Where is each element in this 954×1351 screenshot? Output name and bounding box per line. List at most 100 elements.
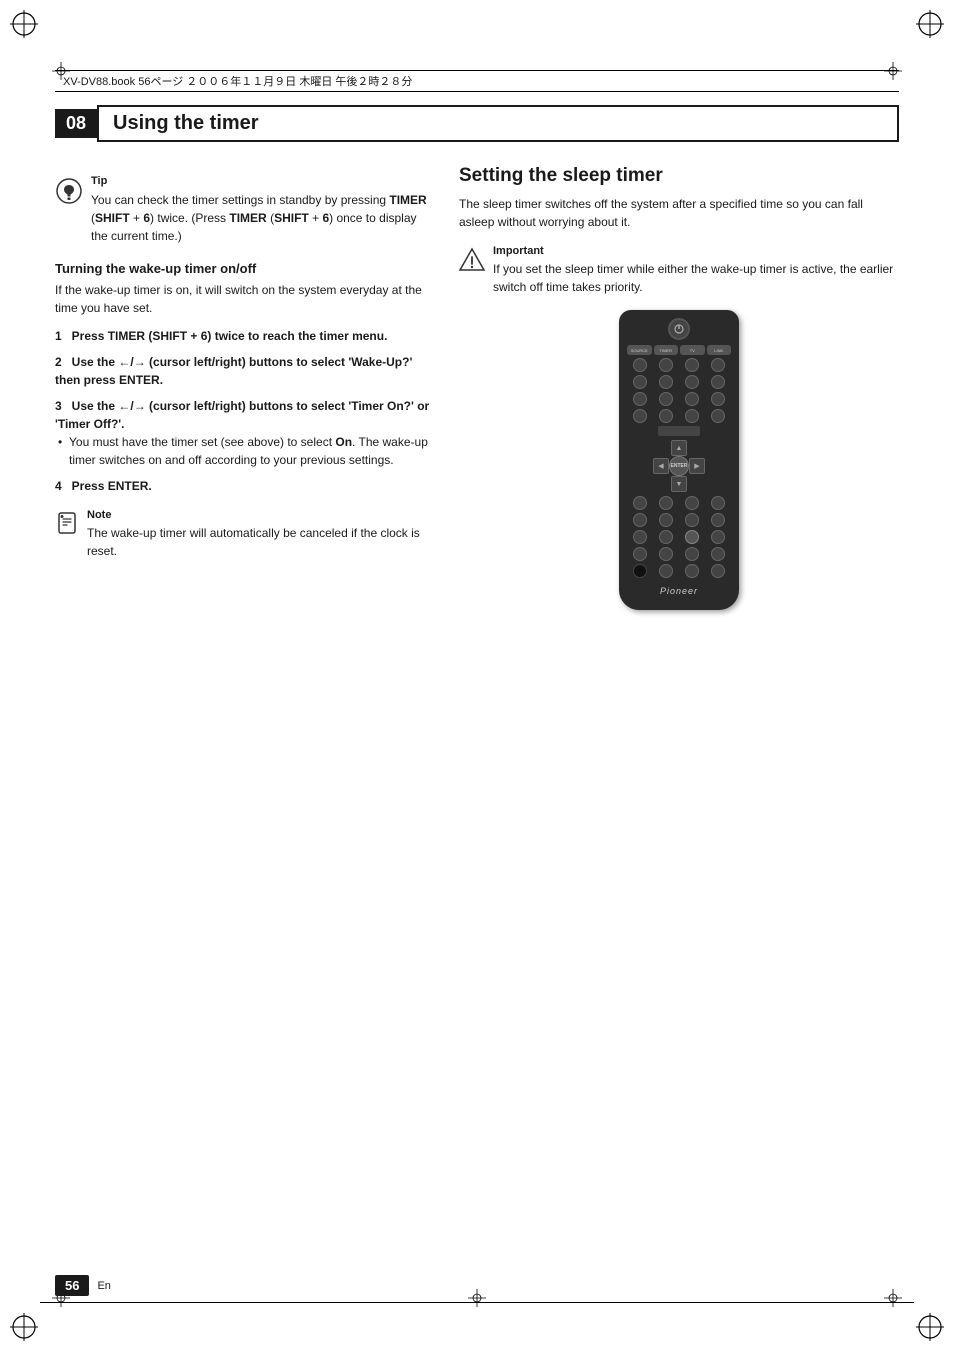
remote-btn-7-3 [685,530,699,544]
dpad-enter: ENTER [669,456,689,476]
chapter-title: Using the timer [113,112,259,134]
remote-function-buttons: SOURCE TIMER TV LINK [627,345,731,355]
page-number: 56 [55,1275,89,1296]
chapter-header: 08 Using the timer [55,105,899,142]
remote-btn-5-2 [659,496,673,510]
important-box: Important If you set the sleep timer whi… [459,245,899,296]
remote-source-btn: SOURCE [627,345,652,355]
remote-btn-1-2 [659,358,673,372]
wake-up-heading: Turning the wake-up timer on/off [55,261,435,276]
page-lang: En [97,1280,110,1292]
remote-dpad: ▲ ◀ ENTER ▶ [653,440,705,492]
remote-btn-7-1 [633,530,647,544]
remote-row-4 [627,409,731,423]
important-content-block: Important If you set the sleep timer whi… [493,245,899,296]
tip-icon [55,177,83,209]
important-label: Important [493,245,899,257]
page-footer: 56 En [55,1275,111,1296]
tip-content-block: Tip You can check the timer settings in … [91,175,435,245]
left-column: Tip You can check the timer settings in … [55,165,435,1251]
remote-btn-5-4 [711,496,725,510]
remote-btn-9-4 [711,564,725,578]
step-2-text: 2 Use the ←/→ (cursor left/right) button… [55,353,435,389]
chapter-title-box: Using the timer [97,105,899,142]
remote-btn-1-4 [711,358,725,372]
remote-btn-6-4 [711,513,725,527]
dpad-right: ▶ [689,458,705,474]
dpad-down: ▼ [671,476,687,492]
content-area: Tip You can check the timer settings in … [55,165,899,1251]
tip-label: Tip [91,175,435,187]
remote-btn-4-4 [711,409,725,423]
chapter-number: 08 [55,109,97,138]
crosshair-bm [468,1289,486,1307]
remote-btn-9-2 [659,564,673,578]
remote-shift-btn [633,564,647,578]
remote-top [627,318,731,340]
remote-row-3 [627,392,731,406]
remote-btn-3-3 [685,392,699,406]
remote-btn-6-2 [659,513,673,527]
right-column: Setting the sleep timer The sleep timer … [459,165,899,1251]
book-info: XV-DV88.book 56ページ ２００６年１１月９日 木曜日 午後２時２８… [63,73,412,89]
remote-btn-2-3 [685,375,699,389]
remote-btn-1-1 [633,358,647,372]
note-box: Note The wake-up timer will automaticall… [55,509,435,560]
remote-btn-9-3 [685,564,699,578]
remote-btn-6-3 [685,513,699,527]
remote-btn-6-1 [633,513,647,527]
step-3-text: 3 Use the ←/→ (cursor left/right) button… [55,397,435,433]
remote-timer-btn: TIMER [654,345,679,355]
step-3: 3 Use the ←/→ (cursor left/right) button… [55,397,435,469]
reg-mark-bl [10,1313,38,1341]
step-2: 2 Use the ←/→ (cursor left/right) button… [55,353,435,389]
step-3-bullet: You must have the timer set (see above) … [55,433,435,469]
remote-power-btn [668,318,690,340]
wake-up-section: Turning the wake-up timer on/off If the … [55,261,435,495]
note-content-block: Note The wake-up timer will automaticall… [87,509,435,560]
important-text: If you set the sleep timer while either … [493,260,899,296]
remote-btn-3-2 [659,392,673,406]
remote-btn-8-3 [685,547,699,561]
header-bar: XV-DV88.book 56ページ ２００６年１１月９日 木曜日 午後２時２８… [55,70,899,92]
remote-btn-4-1 [633,409,647,423]
crosshair-br [884,1289,902,1307]
remote-btn-7-4 [711,530,725,544]
reg-mark-br [916,1313,944,1341]
remote-control: SOURCE TIMER TV LINK [619,310,739,610]
remote-row-8 [627,547,731,561]
remote-btn-2-1 [633,375,647,389]
remote-btn-7-2 [659,530,673,544]
remote-btn-8-1 [633,547,647,561]
remote-link-btn: LINK [707,345,732,355]
remote-brand: Pioneer [627,586,731,596]
step-1: 1 Press TIMER (SHIFT + 6) twice to reach… [55,327,435,345]
note-icon [55,511,79,541]
remote-btn-4-3 [685,409,699,423]
step-1-text: 1 Press TIMER (SHIFT + 6) twice to reach… [55,327,435,345]
remote-row-5 [627,496,731,510]
important-icon [459,247,485,279]
remote-row-6 [627,513,731,527]
sleep-timer-intro: The sleep timer switches off the system … [459,195,899,231]
remote-row-2 [627,375,731,389]
remote-wide-btn [658,426,700,436]
remote-btn-3-1 [633,392,647,406]
remote-btn-2-4 [711,375,725,389]
remote-button-rows: ▲ ◀ ENTER ▶ [627,358,731,578]
note-text: The wake-up timer will automatically be … [87,524,435,560]
remote-row-7 [627,530,731,544]
remote-container: SOURCE TIMER TV LINK [459,310,899,610]
note-label: Note [87,509,435,521]
step-4-text: 4 Press ENTER. [55,477,435,495]
remote-tv-btn: TV [680,345,705,355]
remote-row-9 [627,564,731,578]
remote-btn-8-4 [711,547,725,561]
tip-box: Tip You can check the timer settings in … [55,175,435,245]
tip-text: You can check the timer settings in stan… [91,191,435,245]
remote-btn-5-3 [685,496,699,510]
remote-btn-1-3 [685,358,699,372]
bottom-rule [40,1302,914,1303]
reg-mark-tr [916,10,944,38]
reg-mark-tl [10,10,38,38]
